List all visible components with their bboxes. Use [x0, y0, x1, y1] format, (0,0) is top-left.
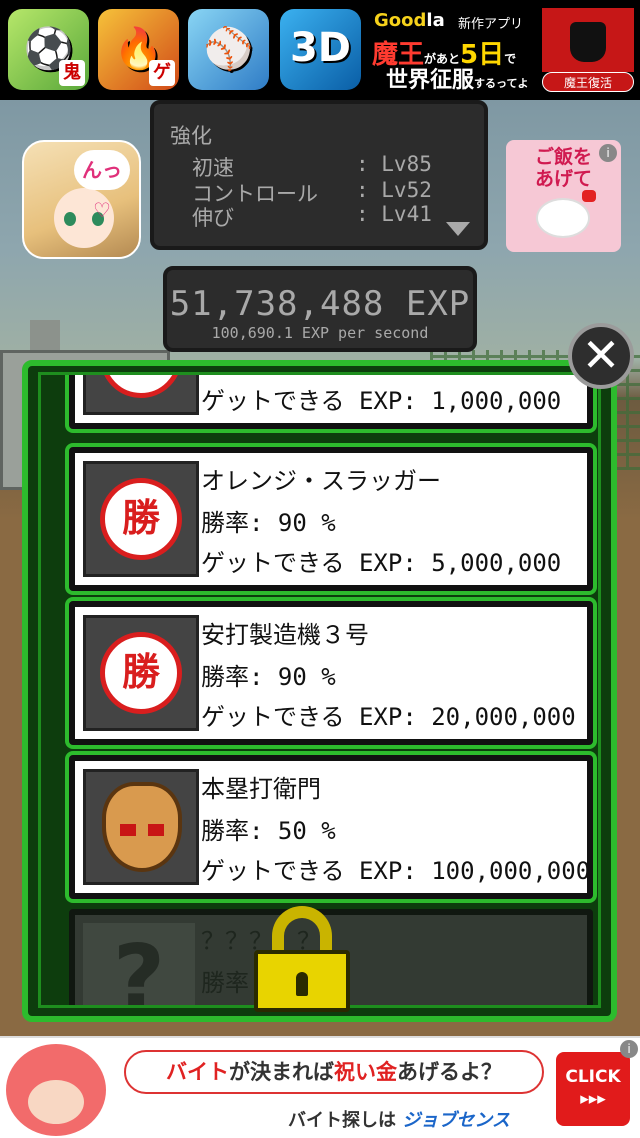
- opponent-thumb: [83, 769, 199, 885]
- opponent-card[interactable]: 勝 オレンジ・スラッガー 勝率: 90 % ゲットできる EXP: 5,000,…: [69, 447, 593, 591]
- lock-keyhole: [296, 972, 308, 996]
- win-seal-icon: 勝: [100, 478, 182, 560]
- info-icon[interactable]: i: [599, 144, 617, 162]
- opponent-reward: ゲットできる EXP: 5,000,000: [201, 549, 562, 577]
- opponent-win-rate: 勝率: 50 %: [201, 817, 336, 845]
- ad-headline-2: 世界征服するってよ: [386, 68, 529, 93]
- stat-level: : Lv85: [356, 152, 432, 176]
- opponent-card[interactable]: 勝 ゲットできる EXP: 1,000,000: [69, 375, 593, 429]
- demon-icon: [542, 8, 634, 72]
- feed-chicken-ad[interactable]: ご飯を あげて i: [506, 140, 621, 252]
- avatar-ad[interactable]: んっ♡: [22, 140, 141, 259]
- opponent-win-rate: 勝率: 90 %: [201, 663, 336, 691]
- ad-new-app-label: 新作アプリ: [458, 17, 524, 32]
- question-mark-icon: ?: [83, 923, 195, 1005]
- expand-triangle-icon[interactable]: [446, 222, 470, 236]
- exp-total: 51,738,488 EXP: [169, 284, 471, 324]
- info-icon[interactable]: i: [620, 1040, 638, 1058]
- ad-subtext: バイト探しは ジョブセンス: [288, 1110, 510, 1131]
- opponent-win-rate: 勝率: 90 %: [201, 509, 336, 537]
- bear-mascot-icon: [6, 1044, 106, 1136]
- opponent-name: オレンジ・スラッガー: [201, 467, 441, 495]
- chicken-icon: [536, 190, 596, 238]
- opponent-reward: ゲットできる EXP: 1,000,000: [201, 387, 562, 415]
- app-icon-3[interactable]: ⚾: [188, 9, 269, 90]
- stats-header: 強化: [170, 124, 212, 148]
- exp-rate: 100,690.1 EXP per second: [211, 324, 429, 342]
- app-badge-1: 鬼: [59, 60, 85, 86]
- upgrade-stats-panel[interactable]: 強化 初速 : Lv85 コントロール : Lv52 伸び : Lv41: [150, 100, 488, 250]
- ad-click-button[interactable]: CLICK ▸▸▸: [556, 1052, 630, 1126]
- app-badge-2: ゲ: [149, 60, 175, 86]
- opponent-name: 安打製造機３号: [201, 621, 369, 649]
- opponent-card[interactable]: 勝 安打製造機３号 勝率: 90 % ゲットできる EXP: 20,000,00…: [69, 601, 593, 745]
- top-ad-bar: ⚽ 鬼 🔥 ゲ ⚾ 3D Goodla 新作アプリ 魔王があと5日で 世界征服す…: [0, 0, 640, 100]
- opponent-reward: ゲットできる EXP: 100,000,000: [201, 857, 591, 885]
- beetle-mask-icon: [102, 782, 182, 872]
- bottom-banner-ad[interactable]: バイトが決まれば祝い金あげるよ？ バイト探しは ジョブセンス CLICK ▸▸▸ …: [0, 1036, 640, 1138]
- baseball-icon: ⚾: [203, 26, 254, 72]
- stat-name: 伸び: [192, 206, 234, 230]
- ad-message: バイトが決まれば祝い金あげるよ？: [124, 1050, 544, 1094]
- exp-panel: 51,738,488 EXP 100,690.1 EXP per second: [163, 266, 477, 352]
- eye-icon: [64, 212, 76, 226]
- lock-icon: [254, 906, 350, 1012]
- stat-level: : Lv41: [356, 202, 432, 226]
- top-banner-ad[interactable]: Goodla 新作アプリ 魔王があと5日で 世界征服するってよ 魔王復活: [372, 8, 634, 93]
- win-seal-icon: 勝: [100, 375, 182, 398]
- opponent-reward: ゲットできる EXP: 20,000,000: [201, 703, 576, 731]
- 3d-maze-icon: 3D: [289, 25, 352, 71]
- opponent-thumb: 勝: [83, 461, 199, 577]
- stat-level: : Lv52: [356, 178, 432, 202]
- opponent-thumb: 勝: [83, 615, 199, 731]
- avatar-speech-bubble: んっ♡: [74, 150, 130, 222]
- app-icon-4[interactable]: 3D: [280, 9, 361, 90]
- close-button[interactable]: ✕: [568, 323, 634, 389]
- app-icon-2[interactable]: 🔥 ゲ: [98, 9, 179, 90]
- opponent-card[interactable]: 本塁打衛門 勝率: 50 % ゲットできる EXP: 100,000,000: [69, 755, 593, 899]
- ad-revival-label: 魔王復活: [542, 72, 634, 92]
- ad-brand: Goodla: [374, 10, 445, 31]
- win-seal-icon: 勝: [100, 632, 182, 714]
- opponent-name: 本塁打衛門: [201, 775, 321, 803]
- app-icon-1[interactable]: ⚽ 鬼: [8, 9, 89, 90]
- close-icon: ✕: [581, 328, 621, 382]
- opponent-thumb: 勝: [83, 375, 199, 415]
